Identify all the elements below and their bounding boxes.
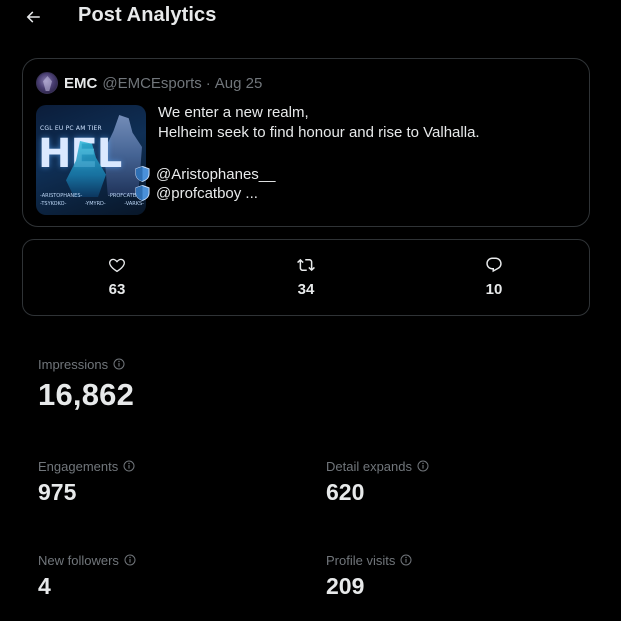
repost-icon [297,258,315,272]
header: Post Analytics [0,0,621,36]
metric-engagements: Engagements 975 [38,458,135,506]
author-handle[interactable]: @EMCEsports [102,75,201,92]
new-followers-label: New followers [38,552,119,568]
post-text-line: Helheim seek to find honour and rise to … [158,124,480,141]
mention-row: @Aristophanes__ [135,164,275,184]
metric-new-followers: New followers 4 [38,552,136,600]
post-media-image[interactable]: HEL CGL EU PC AM TIER -ARISTOPHANES- -PR… [36,105,146,215]
media-names-row: -ARISTOPHANES- -PROFCATBOY- [40,193,144,199]
reposts-stat[interactable]: 34 [266,256,346,298]
media-names-row: -TSYKOKO- -YMYRD- -VARKS- [40,201,144,207]
metric-label: Profile visits [326,552,412,568]
engagements-label: Engagements [38,458,119,474]
back-button[interactable] [18,2,48,32]
info-icon[interactable] [417,460,429,472]
info-icon[interactable] [400,554,412,566]
arrow-left-icon [26,11,40,23]
post-text: We enter a new realm, Helheim seek to fi… [158,103,578,143]
metric-profile-visits: Profile visits 209 [326,552,412,600]
metric-label: Engagements [38,458,135,474]
reposts-count: 34 [297,281,315,298]
mention-row: @profcatboy ... [135,183,258,203]
avatar[interactable] [36,72,58,94]
shield-icon [135,185,150,201]
info-icon[interactable] [123,460,135,472]
media-top-text: CGL EU PC AM TIER [40,125,102,132]
page-title: Post Analytics [78,4,217,26]
engagements-value: 975 [38,479,77,505]
likes-stat[interactable]: 63 [77,256,157,298]
metric-label: Detail expands [326,458,429,474]
new-followers-value: 4 [38,573,51,599]
post-analytics-page: Post Analytics EMC @EMCEsports · Aug 25 … [0,0,621,621]
profile-visits-label: Profile visits [326,552,396,568]
mention-link[interactable]: @profcatboy ... [156,185,258,202]
mention-link[interactable]: @Aristophanes__ [156,166,275,183]
heart-icon [109,258,125,273]
replies-stat[interactable]: 10 [454,256,534,298]
metric-label: New followers [38,552,136,568]
impressions-label: Impressions [38,356,109,372]
info-icon[interactable] [113,358,125,370]
engagement-summary: 63 34 10 [22,239,590,316]
shield-icon [135,166,150,182]
impressions-value: 16,862 [38,377,135,412]
metric-detail-expands: Detail expands 620 [326,458,429,506]
profile-visits-value: 209 [326,573,365,599]
post-text-line: We enter a new realm, [158,104,309,121]
post-header: EMC @EMCEsports · Aug 25 [36,71,262,95]
replies-count: 10 [485,281,503,298]
metric-label: Impressions [38,356,134,372]
media-name: -TSYKOKO- [40,201,67,207]
reply-icon [486,257,502,273]
detail-expands-value: 620 [326,479,365,505]
metric-impressions: Impressions 16,862 [38,356,134,413]
media-name: -ARISTOPHANES- [40,193,83,199]
likes-count: 63 [108,281,126,298]
author-name[interactable]: EMC [64,75,97,92]
post-date[interactable]: Aug 25 [215,75,263,92]
info-icon[interactable] [124,554,136,566]
quoted-post-card[interactable]: EMC @EMCEsports · Aug 25 HEL CGL EU PC A… [22,58,590,227]
detail-expands-label: Detail expands [326,458,412,474]
media-name: -YMYRD- [84,201,106,207]
meta-separator: · [205,74,211,92]
